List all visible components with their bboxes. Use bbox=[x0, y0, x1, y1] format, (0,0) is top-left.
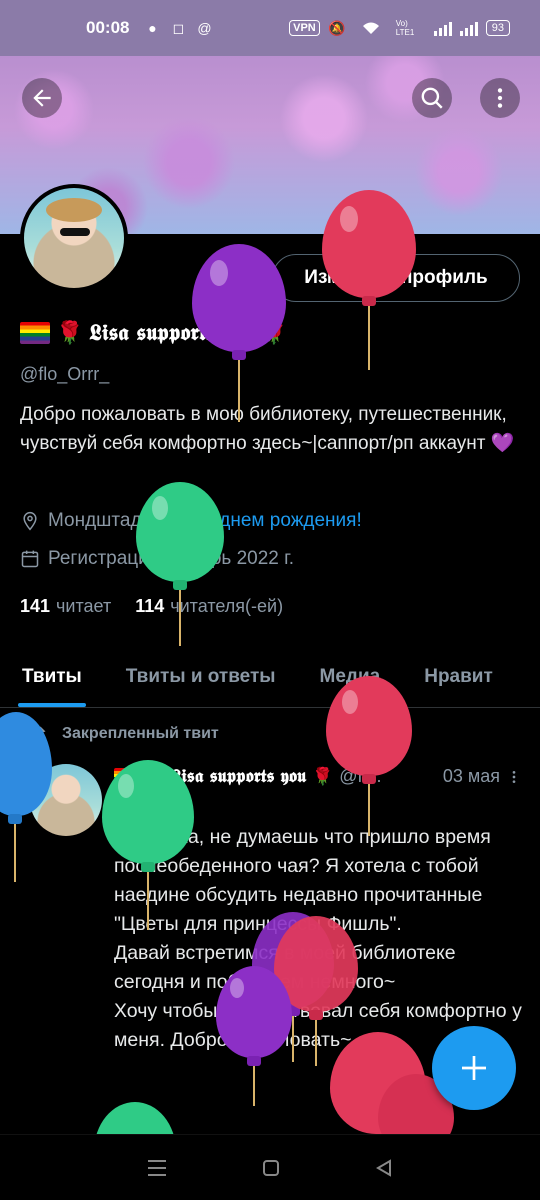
reddit-icon: ● bbox=[148, 20, 157, 36]
tweet-more-icon[interactable] bbox=[506, 767, 522, 787]
calendar-icon bbox=[21, 550, 39, 568]
tweet-date[interactable]: 03 мая bbox=[443, 766, 500, 787]
threads-icon: @ bbox=[197, 20, 212, 36]
balloon-red bbox=[322, 190, 416, 370]
back-button[interactable] bbox=[22, 78, 62, 118]
balloon-red bbox=[326, 676, 412, 836]
following-link[interactable]: 141 читает bbox=[20, 596, 111, 617]
birthday-link[interactable]: С днем рождения! bbox=[200, 510, 361, 532]
status-time: 00:08 bbox=[86, 18, 130, 37]
profile-avatar[interactable] bbox=[20, 184, 128, 292]
tab-likes[interactable]: Нравит bbox=[402, 646, 515, 707]
mute-icon: 🔕 bbox=[328, 19, 346, 36]
balloon-green bbox=[94, 1102, 176, 1134]
back-nav-icon[interactable] bbox=[374, 1158, 394, 1178]
instagram-icon: ◻ bbox=[172, 19, 185, 36]
more-button[interactable] bbox=[480, 78, 520, 118]
volte-icon: Vo) LTE1 bbox=[395, 19, 415, 37]
search-icon bbox=[421, 87, 443, 109]
recents-icon[interactable] bbox=[146, 1158, 168, 1178]
plus-icon bbox=[462, 1056, 486, 1080]
balloon-blue bbox=[0, 712, 52, 882]
home-icon[interactable] bbox=[261, 1158, 281, 1178]
signal-1-icon bbox=[433, 20, 452, 36]
vpn-badge: VPN bbox=[289, 20, 320, 36]
location-text: Мондштадт bbox=[48, 510, 151, 531]
balloon-purple bbox=[216, 966, 292, 1106]
pinned-label: Закрепленный твит bbox=[62, 725, 219, 742]
more-vertical-icon bbox=[497, 88, 503, 108]
arrow-left-icon bbox=[33, 89, 51, 107]
search-button[interactable] bbox=[412, 78, 452, 118]
location-pin-icon bbox=[23, 511, 37, 531]
battery-indicator: 93 bbox=[485, 20, 510, 36]
signal-2-icon bbox=[459, 20, 478, 36]
balloon-purple bbox=[192, 244, 286, 422]
following-label: читает bbox=[56, 596, 112, 616]
balloon-green bbox=[102, 760, 194, 930]
compose-tweet-button[interactable] bbox=[432, 1026, 516, 1110]
tab-tweets[interactable]: Твиты bbox=[0, 646, 104, 707]
profile-tabs: Твиты Твиты и ответы Медиа Нравит bbox=[0, 646, 540, 708]
balloon-green bbox=[136, 482, 224, 646]
user-handle: @flo_Orrr_ bbox=[20, 364, 110, 384]
system-nav-bar bbox=[0, 1134, 540, 1200]
avatar-glasses bbox=[60, 228, 90, 236]
following-count: 141 bbox=[20, 596, 51, 616]
avatar-hat bbox=[46, 198, 102, 222]
wifi-icon bbox=[362, 19, 380, 37]
tab-tweets-replies[interactable]: Твиты и ответы bbox=[104, 646, 298, 707]
status-bar: 00:08 ● ◻ @ VPN 🔕 Vo) LTE1 93 bbox=[0, 0, 540, 56]
rainbow-flag-icon bbox=[20, 322, 50, 344]
rose-icon: 🌹 bbox=[56, 320, 84, 346]
